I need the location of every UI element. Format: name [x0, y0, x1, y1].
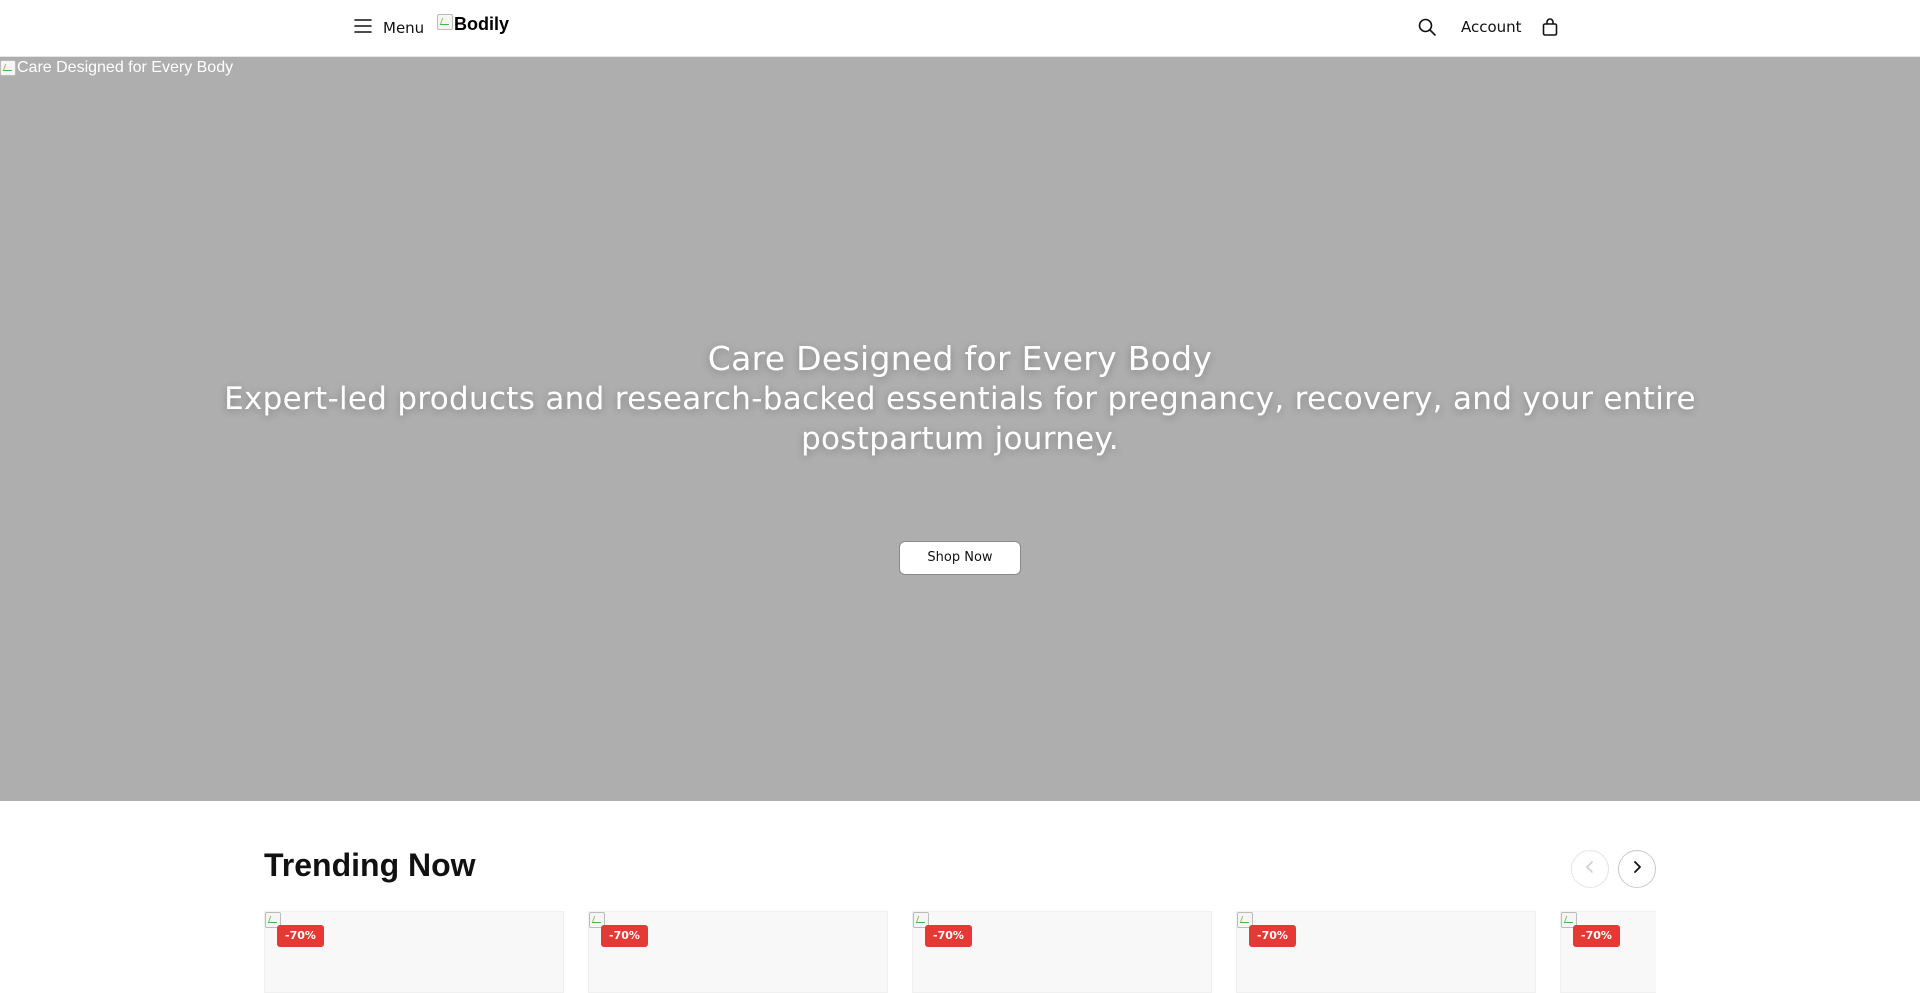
hero-banner: Care Designed for Every Body Care Design… — [0, 57, 1920, 801]
product-card[interactable]: -70% — [1560, 911, 1656, 993]
hamburger-icon — [353, 16, 373, 40]
shopping-bag-icon[interactable] — [1540, 17, 1560, 37]
broken-image-icon — [437, 14, 453, 30]
site-header: Menu Bodily Account — [0, 0, 1920, 57]
discount-badge: -70% — [277, 925, 324, 947]
hero-title: Care Designed for Every Body — [707, 339, 1213, 378]
product-card[interactable]: -70% — [588, 911, 888, 993]
product-card[interactable]: -70% — [1236, 911, 1536, 993]
product-card[interactable]: -70% — [264, 911, 564, 993]
logo[interactable]: Bodily — [437, 14, 509, 35]
shop-now-button[interactable]: Shop Now — [899, 541, 1021, 575]
search-icon[interactable] — [1417, 17, 1437, 37]
chevron-right-icon — [1629, 859, 1645, 879]
chevron-left-icon — [1582, 859, 1598, 879]
hero-image: Care Designed for Every Body — [0, 59, 233, 77]
discount-badge: -70% — [1249, 925, 1296, 947]
account-link[interactable]: Account — [1461, 18, 1522, 36]
discount-badge: -70% — [1573, 925, 1620, 947]
product-card[interactable]: -70% — [912, 911, 1212, 993]
menu-label: Menu — [383, 19, 425, 37]
hero-image-alt-text: Care Designed for Every Body — [17, 59, 234, 76]
logo-alt-text: Bodily — [454, 14, 510, 34]
carousel-prev-button[interactable] — [1571, 850, 1609, 888]
carousel-next-button[interactable] — [1618, 850, 1656, 888]
product-carousel: -70% -70% -70% -70% -70% — [264, 911, 1656, 993]
hero-subtitle: Expert-led products and research-backed … — [224, 381, 1696, 457]
broken-image-icon — [0, 60, 16, 76]
trending-section-title: Trending Now — [264, 847, 476, 883]
menu-button[interactable]: Menu — [353, 15, 424, 41]
discount-badge: -70% — [925, 925, 972, 947]
discount-badge: -70% — [601, 925, 648, 947]
